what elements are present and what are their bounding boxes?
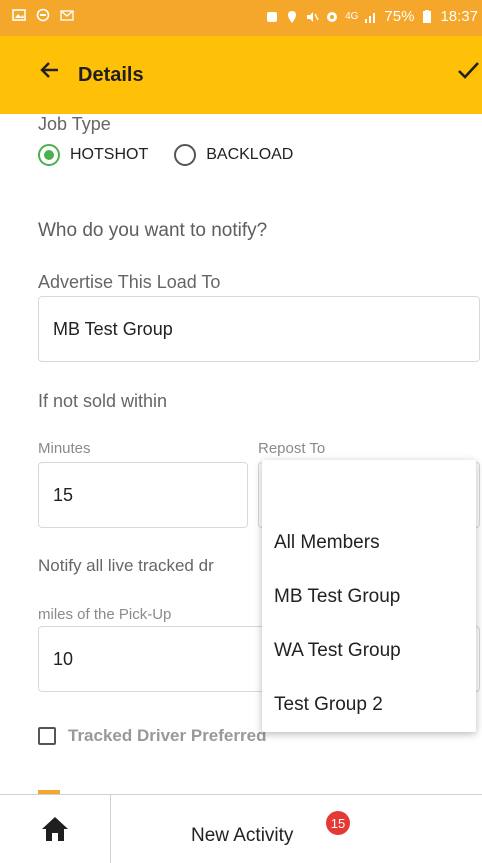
battery-icon [423,9,432,23]
home-button[interactable] [0,795,111,863]
network-type: 4G [345,11,359,22]
minutes-value: 15 [53,484,74,505]
advertise-label: Advertise This Load To [38,272,221,292]
new-activity-label[interactable]: New Activity [191,825,293,847]
confirm-button[interactable] [456,58,480,88]
dropdown-option-all-members[interactable]: All Members [274,532,380,554]
status-bar: 4G 75% 18:37 [0,0,482,36]
radio-hotshot[interactable]: HOTSHOT [38,144,148,166]
record-icon [36,8,50,22]
home-icon [42,817,68,841]
alarm-icon [267,11,278,22]
advertise-value: MB Test Group [53,318,173,339]
miles-label: miles of the Pick-Up [38,606,172,623]
settings-icon [327,11,338,22]
form-content: Job Type HOTSHOT BACKLOAD Who do you wan… [0,114,482,794]
app-bar: Details [0,36,482,114]
checkbox-unchecked-icon [38,727,56,745]
job-type-label: Job Type [38,114,111,134]
radio-hotshot-label: HOTSHOT [70,146,149,163]
back-button[interactable] [38,58,62,88]
job-type-radio-group: HOTSHOT BACKLOAD [38,144,319,166]
page-title: Details [78,64,144,86]
tracked-preferred-label: Tracked Driver Preferred [68,726,267,745]
image-icon [12,9,26,21]
minutes-label: Minutes [38,440,91,457]
repost-dropdown-menu: All Members MB Test Group WA Test Group … [262,460,476,732]
radio-unselected-icon [174,144,197,166]
tracked-preferred-checkbox[interactable]: Tracked Driver Preferred [38,726,266,746]
notify-heading: Who do you want to notify? [38,220,268,241]
check-icon [458,62,479,79]
activity-badge: 15 [326,811,350,835]
arrow-left-icon [40,62,58,78]
bottom-bar: New Activity 15 [0,794,482,863]
miles-value: 10 [53,648,74,669]
advertise-select[interactable]: MB Test Group [38,296,480,362]
gmail-icon [60,10,74,21]
notify-tracked-label: Notify all live tracked dr [38,556,214,575]
dropdown-option-mb-test-group[interactable]: MB Test Group [274,586,400,608]
radio-backload-label: BACKLOAD [206,146,294,163]
location-icon [288,10,297,23]
dropdown-option-wa-test-group[interactable]: WA Test Group [274,640,401,662]
not-sold-label: If not sold within [38,391,168,411]
radio-backload[interactable]: BACKLOAD [174,144,293,166]
dropdown-option-test-group-2[interactable]: Test Group 2 [274,694,383,716]
repost-label: Repost To [258,440,326,457]
battery-level: 75% [384,8,415,25]
minutes-input[interactable]: 15 [38,462,248,528]
mute-icon [307,11,319,22]
clock: 18:37 [440,8,478,25]
radio-selected-icon [38,144,60,166]
signal-icon [365,12,376,23]
